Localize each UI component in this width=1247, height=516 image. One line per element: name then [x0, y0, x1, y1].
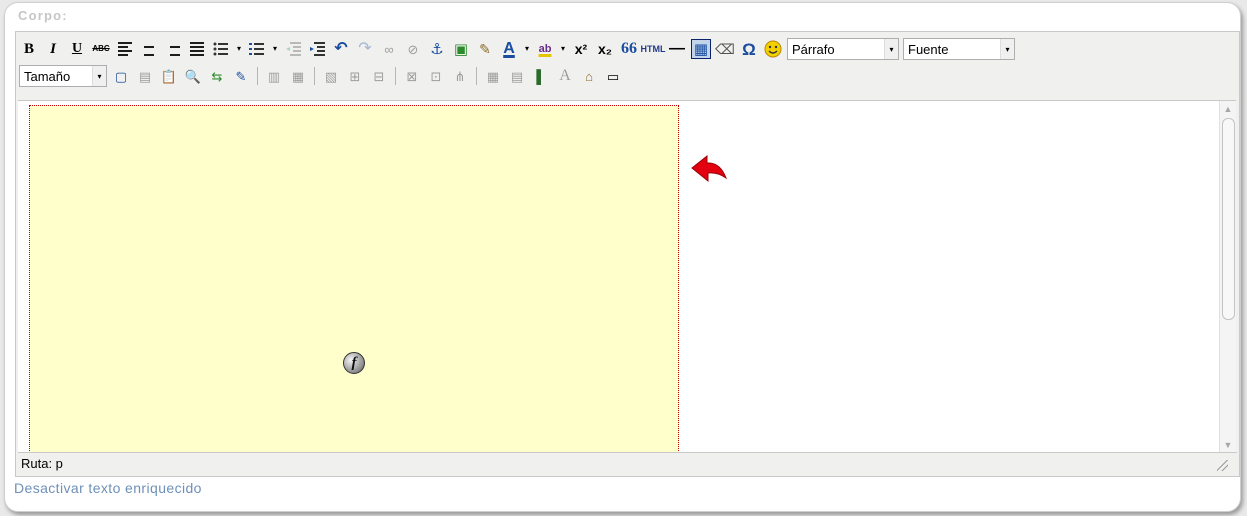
flash-icon: f	[343, 352, 365, 374]
blockquote-button[interactable]: 66	[619, 39, 639, 59]
bullet-list-icon	[213, 42, 228, 56]
copy-button[interactable]: ▤	[135, 66, 155, 86]
insert-col-after-button[interactable]: ⊡	[426, 66, 446, 86]
table-button[interactable]: ▦	[691, 39, 711, 59]
highlight-color-dropdown[interactable]: ▾	[559, 39, 567, 59]
superscript-button[interactable]: x²	[571, 39, 591, 59]
edit-button[interactable]: ✎	[231, 66, 251, 86]
page-break-button[interactable]: ▭	[603, 66, 623, 86]
insert-row-after-button[interactable]: ⊞	[345, 66, 365, 86]
paste-button[interactable]: 📋	[159, 66, 179, 86]
insert-col-before-button[interactable]: ⊠	[402, 66, 422, 86]
align-left-icon	[118, 42, 132, 56]
font-select[interactable]: Fuente ▾	[903, 38, 1015, 60]
numbered-list-icon	[249, 43, 264, 55]
align-center-button[interactable]	[139, 39, 159, 59]
scroll-thumb[interactable]	[1222, 118, 1235, 320]
indent-icon	[310, 42, 325, 56]
bullet-list-dropdown[interactable]: ▾	[235, 39, 243, 59]
align-justify-button[interactable]	[187, 39, 207, 59]
toolbar-separator	[395, 67, 396, 85]
align-justify-icon	[190, 42, 204, 56]
italic-button[interactable]: I	[43, 39, 63, 59]
outdent-button[interactable]	[283, 39, 303, 59]
replace-button[interactable]: ⇆	[207, 66, 227, 86]
text-color-button[interactable]: A	[499, 39, 519, 59]
image-button[interactable]: ▣	[451, 39, 471, 59]
rich-text-editor: B I U ABC ▾ ▾ ↶ ↷ ∞ ⊘ ⚓ ▣ ✎ A ▾ ab ▾ x² …	[15, 31, 1240, 477]
form-panel: Corpo: B I U ABC ▾ ▾ ↶ ↷ ∞ ⊘ ⚓ ▣ ✎ A ▾ a…	[4, 2, 1241, 512]
align-right-icon	[166, 42, 180, 56]
outdent-icon	[286, 42, 301, 56]
flash-embed-placeholder[interactable]: f	[29, 105, 679, 453]
toolbar-separator	[314, 67, 315, 85]
row-props-button[interactable]: ▥	[264, 66, 284, 86]
status-bar: Ruta: p	[18, 452, 1237, 474]
align-right-button[interactable]	[163, 39, 183, 59]
film-media-button[interactable]: ▌	[531, 66, 551, 86]
resize-grip-icon[interactable]	[1217, 460, 1228, 471]
media-button[interactable]: ▢	[111, 66, 131, 86]
subscript-button[interactable]: x₂	[595, 39, 615, 59]
font-select-value: Fuente	[908, 42, 949, 57]
toolbar-separator	[257, 67, 258, 85]
anchor-button[interactable]: ⚓	[427, 39, 447, 59]
cleanup-button[interactable]: ✎	[475, 39, 495, 59]
toolbar-separator	[476, 67, 477, 85]
size-select[interactable]: Tamaño ▾	[19, 65, 107, 87]
delete-row-button[interactable]: ⊟	[369, 66, 389, 86]
redo-button[interactable]: ↷	[355, 39, 375, 59]
field-label: Corpo:	[18, 8, 68, 23]
horizontal-rule-button[interactable]: —	[667, 39, 687, 59]
element-path: Ruta: p	[21, 456, 63, 471]
chevron-down-icon: ▾	[884, 39, 898, 59]
size-select-value: Tamaño	[24, 69, 71, 84]
numbered-list-button[interactable]	[247, 39, 267, 59]
align-center-icon	[142, 42, 156, 56]
link-button[interactable]: ∞	[379, 39, 399, 59]
split-cells-button[interactable]: ▦	[483, 66, 503, 86]
search-button[interactable]: 🔍	[183, 66, 203, 86]
undo-button[interactable]: ↶	[331, 39, 351, 59]
unlink-button[interactable]: ⊘	[403, 39, 423, 59]
indent-button[interactable]	[307, 39, 327, 59]
delete-col-button[interactable]: ⋔	[450, 66, 470, 86]
format-select[interactable]: Párrafo ▾	[787, 38, 899, 60]
chevron-down-icon: ▾	[1000, 39, 1014, 59]
toolbar-row-2: Tamaño ▾ ▢ ▤ 📋 🔍 ⇆ ✎ ▥ ▦ ▧ ⊞ ⊟ ⊠ ⊡ ⋔ ▦ ▤…	[19, 64, 623, 88]
chevron-down-icon: ▾	[92, 66, 106, 86]
vertical-scrollbar[interactable]: ▲ ▼	[1219, 101, 1236, 453]
toolbar-row-1: B I U ABC ▾ ▾ ↶ ↷ ∞ ⊘ ⚓ ▣ ✎ A ▾ ab ▾ x² …	[19, 37, 1015, 61]
special-char-button[interactable]: Ω	[739, 39, 759, 59]
insert-row-before-button[interactable]: ▧	[321, 66, 341, 86]
bullet-list-button[interactable]	[211, 39, 231, 59]
cell-props-button[interactable]: ▦	[288, 66, 308, 86]
eraser-button[interactable]: ⌫	[715, 39, 735, 59]
red-arrow-icon	[691, 154, 728, 183]
strikethrough-button[interactable]: ABC	[91, 39, 111, 59]
attributes-button[interactable]: ⌂	[579, 66, 599, 86]
emoticon-button[interactable]	[763, 39, 783, 59]
align-left-button[interactable]	[115, 39, 135, 59]
underline-button[interactable]: U	[67, 39, 87, 59]
scroll-down-button[interactable]: ▼	[1220, 437, 1236, 453]
bold-button[interactable]: B	[19, 39, 39, 59]
scroll-up-button[interactable]: ▲	[1220, 101, 1236, 117]
merge-cells-button[interactable]: ▤	[507, 66, 527, 86]
format-select-value: Párrafo	[792, 42, 835, 57]
disable-rich-text-link[interactable]: Desactivar texto enriquecido	[14, 480, 202, 496]
style-button[interactable]: A	[555, 66, 575, 86]
editor-content-area[interactable]: f ▲ ▼	[18, 100, 1236, 453]
text-color-dropdown[interactable]: ▾	[523, 39, 531, 59]
numbered-list-dropdown[interactable]: ▾	[271, 39, 279, 59]
html-source-button[interactable]: HTML	[641, 39, 666, 59]
smiley-icon	[764, 40, 782, 58]
highlight-color-button[interactable]: ab	[535, 39, 555, 59]
